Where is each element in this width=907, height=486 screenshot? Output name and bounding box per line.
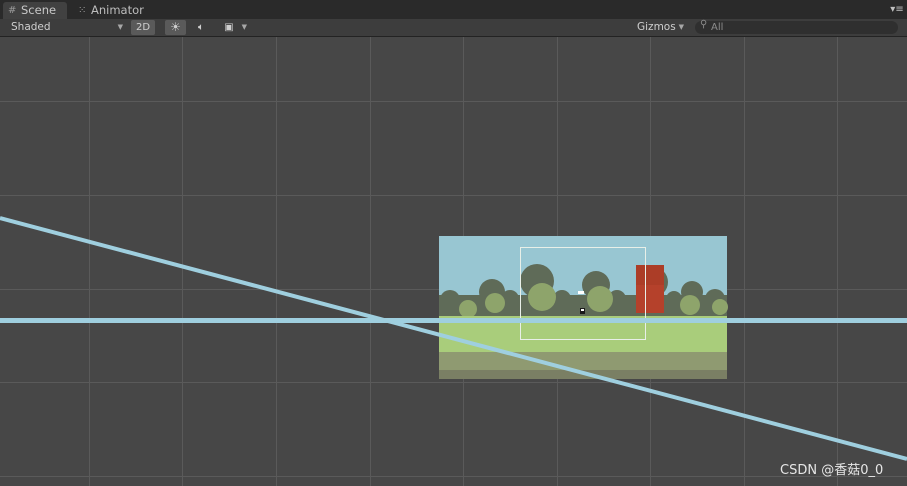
search-box[interactable]: ⚲ [695,19,898,34]
image-icon: ▣ [224,22,234,33]
sun-icon: ☀ [170,20,181,34]
ground-layer [439,352,727,370]
panel-menu-icon[interactable]: ▾≡ [890,3,904,16]
mode-2d-toggle[interactable]: 2D [131,20,155,35]
shading-mode-value: Shaded [11,21,51,33]
effects-dropdown[interactable]: ▣ ▼ [217,20,247,35]
audio-toggle[interactable]: 🔈︎ [191,20,211,35]
animator-icon: ⁙ [78,5,87,16]
level-background[interactable] [439,236,728,379]
scene-viewport[interactable] [0,37,907,486]
scene-grid-icon: # [8,5,17,16]
tab-scene-label: Scene [21,3,57,17]
tab-animator-label: Animator [91,3,144,17]
gizmos-label: Gizmos [637,21,676,33]
tab-scene[interactable]: # Scene [3,2,67,19]
shading-mode-dropdown[interactable]: Shaded ▼ [4,20,127,35]
lighting-toggle[interactable]: ☀ [165,20,186,35]
speaker-icon: 🔈︎ [198,22,204,33]
dropdown-arrow-icon: ▼ [117,23,123,31]
tab-bar: # Scene ⁙ Animator ▾≡ [0,0,907,19]
player-sprite [580,308,585,314]
gizmos-dropdown[interactable]: Gizmos ▼ [631,20,687,35]
dropdown-arrow-icon: ▼ [678,23,684,31]
watermark-text: CSDN @香菇0_0 [780,463,884,478]
dropdown-arrow-icon: ▼ [241,23,247,31]
search-icon: ⚲ [700,19,708,30]
collectible-item [578,291,584,294]
scene-canvas [0,37,907,486]
search-input[interactable] [711,21,891,34]
tab-animator[interactable]: ⁙ Animator [73,2,153,19]
scene-toolbar: Shaded ▼ 2D ☀ 🔈︎ ▣ ▼ Gizmos ▼ ⚲ [0,19,907,37]
